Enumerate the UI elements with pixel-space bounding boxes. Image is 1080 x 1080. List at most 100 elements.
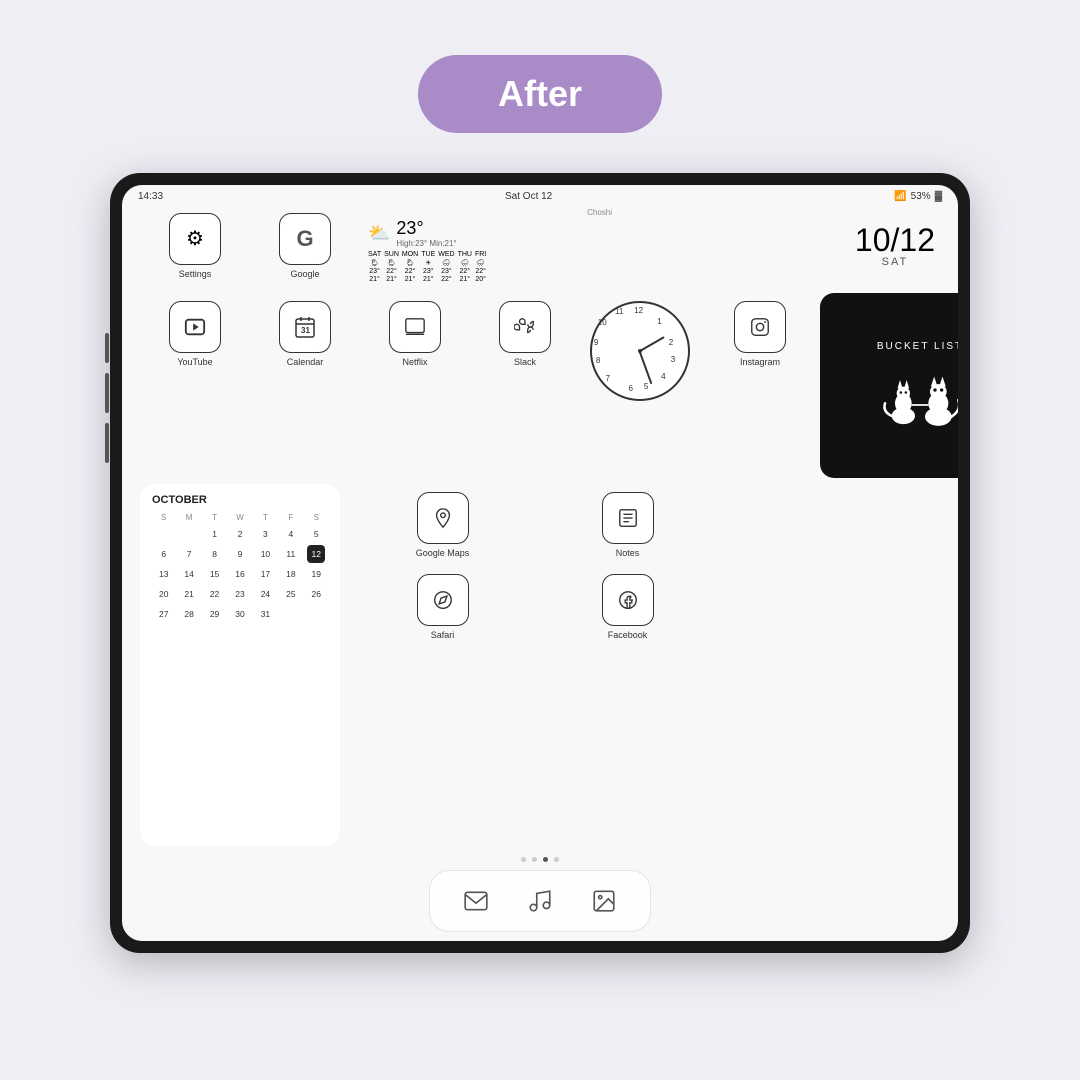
- facebook-icon: [602, 574, 654, 626]
- clock-9: 9: [594, 338, 598, 347]
- notes-icon: [602, 492, 654, 544]
- google-label: Google: [290, 269, 319, 279]
- page-dots: [521, 857, 559, 862]
- cal-day: 24: [256, 585, 274, 603]
- cal-day: 11: [282, 545, 300, 563]
- volume-up-button: [105, 373, 109, 413]
- netflix-app[interactable]: Netflix: [360, 293, 470, 375]
- cal-day: 18: [282, 565, 300, 583]
- cal-day-today: 12: [307, 545, 325, 563]
- dot-3-active: [543, 857, 548, 862]
- cal-header-w: W: [228, 512, 251, 523]
- cal-day: 28: [180, 605, 198, 623]
- power-button: [105, 333, 109, 363]
- music-dock-icon[interactable]: [518, 879, 562, 923]
- safari-app[interactable]: Safari: [350, 566, 535, 648]
- analog-clock: 12 1 2 3 4 5 6 7 8 9 10 11: [590, 301, 690, 401]
- cal-day: 25: [282, 585, 300, 603]
- calendar-app[interactable]: 31 Calendar: [250, 293, 360, 375]
- cal-day: 9: [231, 545, 249, 563]
- cal-header-s: S: [152, 512, 175, 523]
- cal-day: 29: [206, 605, 224, 623]
- ipad-screen: 14:33 Sat Oct 12 📶 53% ▓ ⚙ Settings: [122, 185, 958, 941]
- slack-app[interactable]: Slack: [470, 293, 580, 375]
- notes-label: Notes: [616, 548, 640, 558]
- svg-text:31: 31: [301, 326, 310, 335]
- hour-hand: [640, 336, 665, 352]
- slack-icon: [499, 301, 551, 353]
- battery-text: 53%: [911, 191, 931, 202]
- netflix-label: Netflix: [402, 357, 427, 367]
- cal-day: 13: [155, 565, 173, 583]
- clock-7: 7: [605, 374, 609, 383]
- photos-dock-icon[interactable]: [582, 879, 626, 923]
- safari-label: Safari: [431, 630, 455, 640]
- status-date: Sat Oct 12: [505, 191, 552, 202]
- cal-day: 14: [180, 565, 198, 583]
- cal-day: 1: [206, 525, 224, 543]
- clock-11: 11: [615, 307, 623, 316]
- settings-icon: ⚙: [169, 213, 221, 265]
- googlemaps-label: Google Maps: [416, 548, 470, 558]
- dot-2: [532, 857, 537, 862]
- google-app[interactable]: G Google: [250, 205, 360, 287]
- clock-5: 5: [644, 382, 648, 391]
- clock-widget: 12 1 2 3 4 5 6 7 8 9 10 11: [580, 293, 700, 409]
- date-number: 10/12: [855, 224, 935, 256]
- cal-day: 8: [206, 545, 224, 563]
- instagram-icon: [734, 301, 786, 353]
- cal-day: 27: [155, 605, 173, 623]
- googlemaps-icon: [417, 492, 469, 544]
- cal-day: 3: [256, 525, 274, 543]
- battery-icon: ▓: [935, 191, 942, 202]
- cal-day: 2: [231, 525, 249, 543]
- weather-location: Choshi: [368, 208, 612, 217]
- dot-1: [521, 857, 526, 862]
- settings-app[interactable]: ⚙ Settings: [140, 205, 250, 287]
- settings-label: Settings: [179, 269, 212, 279]
- dock: [429, 870, 651, 932]
- calendar-grid: S M T W T F S 1 2 3: [152, 512, 328, 623]
- bucket-list-widget: Bucket List: [820, 293, 958, 478]
- instagram-label: Instagram: [740, 357, 780, 367]
- weather-temp: 23°: [396, 218, 456, 239]
- slack-label: Slack: [514, 357, 536, 367]
- volume-down-button: [105, 423, 109, 463]
- cal-day: 20: [155, 585, 173, 603]
- cal-day: 6: [155, 545, 173, 563]
- googlemaps-app[interactable]: Google Maps: [350, 484, 535, 566]
- cal-day: 10: [256, 545, 274, 563]
- clock-center: [638, 349, 642, 353]
- dot-4: [554, 857, 559, 862]
- clock-2: 2: [669, 338, 673, 347]
- notes-app[interactable]: Notes: [535, 484, 720, 566]
- mail-dock-icon[interactable]: [454, 879, 498, 923]
- cal-day: 4: [282, 525, 300, 543]
- netflix-icon: [389, 301, 441, 353]
- cal-header-t1: T: [203, 512, 226, 523]
- facebook-app[interactable]: Facebook: [535, 566, 720, 648]
- bucket-list-title: Bucket List: [877, 341, 958, 352]
- cal-day: 30: [231, 605, 249, 623]
- monthly-calendar: OCTOBER S M T W T F S: [140, 484, 340, 846]
- youtube-app[interactable]: YouTube: [140, 293, 250, 375]
- youtube-icon: [169, 301, 221, 353]
- clock-4: 4: [661, 372, 665, 381]
- status-bar: 14:33 Sat Oct 12 📶 53% ▓: [122, 185, 958, 204]
- cal-day: [282, 605, 300, 623]
- clock-12: 12: [634, 306, 643, 315]
- cal-day: 31: [256, 605, 274, 623]
- clock-8: 8: [596, 356, 600, 365]
- cal-day: 15: [206, 565, 224, 583]
- calendar-icon: 31: [279, 301, 331, 353]
- cal-day: [155, 525, 173, 543]
- status-right: 📶 53% ▓: [894, 191, 942, 202]
- weather-highlow: High:23° Min:21°: [396, 239, 456, 248]
- cal-day: 21: [180, 585, 198, 603]
- clock-3: 3: [671, 355, 675, 364]
- minute-hand: [639, 351, 652, 384]
- clock-10: 10: [598, 318, 607, 327]
- cats-illustration: [870, 360, 958, 430]
- instagram-app[interactable]: Instagram: [700, 293, 820, 375]
- cal-header-f: F: [279, 512, 302, 523]
